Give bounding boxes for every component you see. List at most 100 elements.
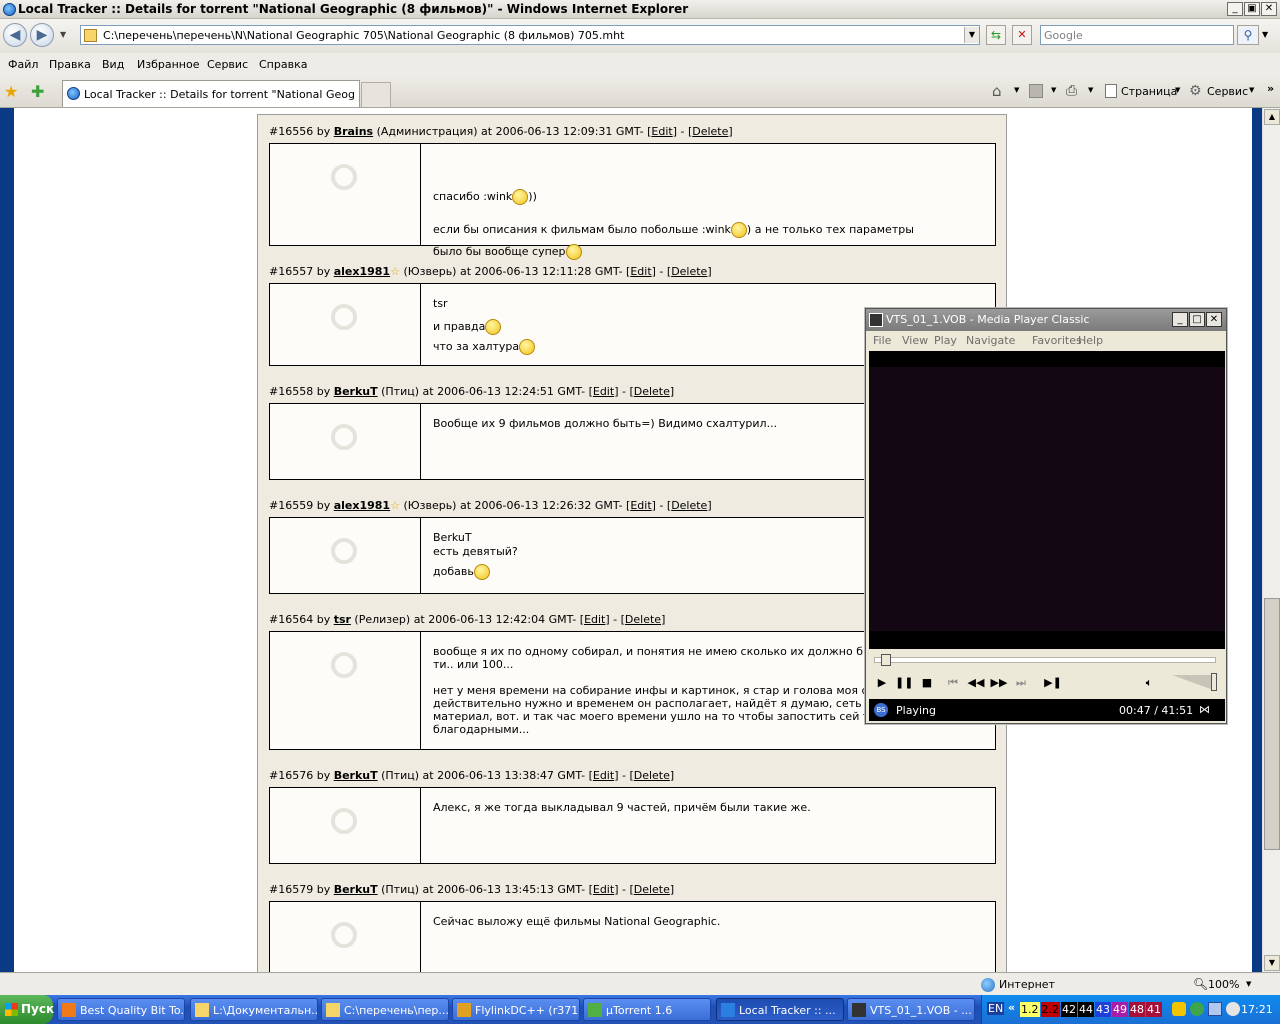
- favorites-star-icon[interactable]: ★: [4, 82, 18, 101]
- volume-slider[interactable]: [1172, 675, 1216, 691]
- post-author-link[interactable]: Brains: [334, 125, 373, 138]
- post-author-link[interactable]: BerkuT: [334, 883, 378, 896]
- feeds-dropdown-icon[interactable]: ▼: [1051, 86, 1056, 94]
- media-player-window[interactable]: VTS_01_1.VOB - Media Player Classic _ □ …: [865, 308, 1227, 724]
- taskbar-button[interactable]: C:\перечень\пер...: [321, 998, 449, 1021]
- post-author-link[interactable]: alex1981: [334, 499, 390, 512]
- menu-edit[interactable]: Правка: [49, 58, 91, 71]
- stop-button[interactable]: ■: [918, 674, 936, 692]
- video-area[interactable]: [869, 351, 1225, 649]
- address-dropdown-icon[interactable]: ▼: [964, 27, 979, 43]
- seek-bar[interactable]: [874, 654, 1216, 666]
- volume-thumb[interactable]: [1211, 673, 1217, 691]
- fast-forward-button[interactable]: ▶▶: [990, 674, 1008, 692]
- language-indicator[interactable]: EN: [987, 1002, 1005, 1015]
- home-dropdown-icon[interactable]: ▼: [1014, 86, 1019, 94]
- post-author-link[interactable]: BerkuT: [334, 769, 378, 782]
- frame-step-button[interactable]: ▶❚: [1044, 674, 1062, 692]
- tools-dropdown-icon[interactable]: ▼: [1249, 86, 1254, 94]
- zoom-icon[interactable]: 🔍︎: [1193, 977, 1208, 991]
- mpc-menu-navigate[interactable]: Navigate: [966, 334, 1015, 347]
- mpc-menu-favorites[interactable]: Favorites: [1032, 334, 1082, 347]
- delete-link[interactable]: Delete: [634, 385, 670, 398]
- edit-link[interactable]: Edit: [593, 385, 614, 398]
- network-icon[interactable]: [1208, 1002, 1222, 1016]
- mpc-titlebar[interactable]: VTS_01_1.VOB - Media Player Classic _ □ …: [866, 309, 1226, 331]
- home-icon[interactable]: ⌂: [992, 82, 1002, 100]
- address-bar[interactable]: C:\перечень\перечень\N\National Geograph…: [80, 25, 980, 45]
- close-button[interactable]: ✕: [1261, 2, 1277, 16]
- post-author-link[interactable]: BerkuT: [334, 385, 378, 398]
- menu-favorites[interactable]: Избранное: [137, 58, 199, 71]
- print-dropdown-icon[interactable]: ▼: [1088, 86, 1093, 94]
- print-icon[interactable]: ⎙: [1066, 83, 1077, 99]
- taskbar-button[interactable]: FlylinkDC++ (r371...: [452, 998, 580, 1021]
- menu-tools[interactable]: Сервис: [207, 58, 248, 71]
- play-button[interactable]: ▶: [873, 674, 891, 692]
- mpc-menu-view[interactable]: View: [902, 334, 928, 347]
- scroll-down-button[interactable]: ▼: [1264, 955, 1280, 971]
- minimize-button[interactable]: _: [1227, 2, 1243, 16]
- new-tab-button[interactable]: [361, 82, 391, 107]
- more-chevron-icon[interactable]: »: [1267, 82, 1274, 95]
- tab-local-tracker[interactable]: Local Tracker :: Details for torrent "Na…: [62, 80, 360, 107]
- tray-app-icon[interactable]: [1172, 1002, 1186, 1016]
- edit-link[interactable]: Edit: [593, 883, 614, 896]
- mpc-maximize-button[interactable]: □: [1189, 312, 1205, 327]
- taskbar-button[interactable]: VTS_01_1.VOB - ...: [847, 998, 975, 1021]
- mpc-minimize-button[interactable]: _: [1172, 312, 1188, 327]
- rewind-button[interactable]: ◀◀: [967, 674, 985, 692]
- taskbar-button[interactable]: µTorrent 1.6: [583, 998, 711, 1021]
- search-options-icon[interactable]: ▼: [1262, 30, 1268, 39]
- search-icon[interactable]: ⚲: [1237, 25, 1259, 45]
- page-dropdown-icon[interactable]: ▼: [1175, 86, 1180, 94]
- vertical-scrollbar[interactable]: ▲ ▼: [1262, 108, 1280, 972]
- delete-link[interactable]: Delete: [634, 769, 670, 782]
- tools-menu-button[interactable]: Сервис: [1207, 85, 1248, 98]
- taskbar-button[interactable]: L:\Документальн...: [190, 998, 318, 1021]
- menu-view[interactable]: Вид: [102, 58, 124, 71]
- scroll-thumb[interactable]: [1264, 598, 1280, 850]
- add-favorite-icon[interactable]: ✚: [31, 82, 44, 101]
- post-author-link[interactable]: tsr: [334, 613, 351, 626]
- forward-button[interactable]: ▶: [30, 23, 54, 47]
- next-chapter-button[interactable]: ⏭: [1012, 674, 1030, 692]
- tray-app-icon[interactable]: [1190, 1002, 1204, 1016]
- mpc-menu-play[interactable]: Play: [934, 334, 957, 347]
- feeds-icon[interactable]: [1029, 84, 1043, 98]
- maximize-button[interactable]: ▣: [1244, 2, 1260, 16]
- delete-link[interactable]: Delete: [692, 125, 728, 138]
- delete-link[interactable]: Delete: [671, 499, 707, 512]
- history-dropdown-icon[interactable]: ▼: [60, 30, 66, 39]
- menu-file[interactable]: Файл: [8, 58, 38, 71]
- search-box[interactable]: Google: [1040, 25, 1234, 45]
- refresh-icon[interactable]: ⇆: [986, 25, 1006, 45]
- clock[interactable]: 17:21: [1241, 1003, 1273, 1016]
- mpc-menu-help[interactable]: Help: [1078, 334, 1103, 347]
- taskbar-button[interactable]: Local Tracker :: ...: [716, 998, 844, 1021]
- zoom-level[interactable]: 100%: [1208, 978, 1239, 991]
- seek-thumb[interactable]: [881, 654, 892, 666]
- page-menu-button[interactable]: Страница: [1121, 85, 1177, 98]
- speaker-icon[interactable]: 🔈︎: [1140, 674, 1158, 692]
- tray-app-icon[interactable]: [1226, 1002, 1240, 1016]
- edit-link[interactable]: Edit: [630, 265, 651, 278]
- delete-link[interactable]: Delete: [671, 265, 707, 278]
- start-button[interactable]: Пуск: [0, 995, 54, 1024]
- stop-icon[interactable]: ✕: [1012, 25, 1032, 45]
- zoom-dropdown-icon[interactable]: ▼: [1246, 980, 1251, 988]
- edit-link[interactable]: Edit: [584, 613, 605, 626]
- taskbar-button[interactable]: Best Quality Bit To...: [57, 998, 185, 1021]
- address-input[interactable]: C:\перечень\перечень\N\National Geograph…: [103, 29, 624, 42]
- post-author-link[interactable]: alex1981: [334, 265, 390, 278]
- mpc-menu-file[interactable]: File: [873, 334, 891, 347]
- search-input[interactable]: Google: [1044, 29, 1083, 42]
- edit-link[interactable]: Edit: [630, 499, 651, 512]
- edit-link[interactable]: Edit: [651, 125, 672, 138]
- scroll-up-button[interactable]: ▲: [1264, 109, 1280, 125]
- pause-button[interactable]: ❚❚: [895, 674, 913, 692]
- tray-expand-icon[interactable]: «: [1008, 1001, 1015, 1014]
- edit-link[interactable]: Edit: [593, 769, 614, 782]
- delete-link[interactable]: Delete: [625, 613, 661, 626]
- delete-link[interactable]: Delete: [634, 883, 670, 896]
